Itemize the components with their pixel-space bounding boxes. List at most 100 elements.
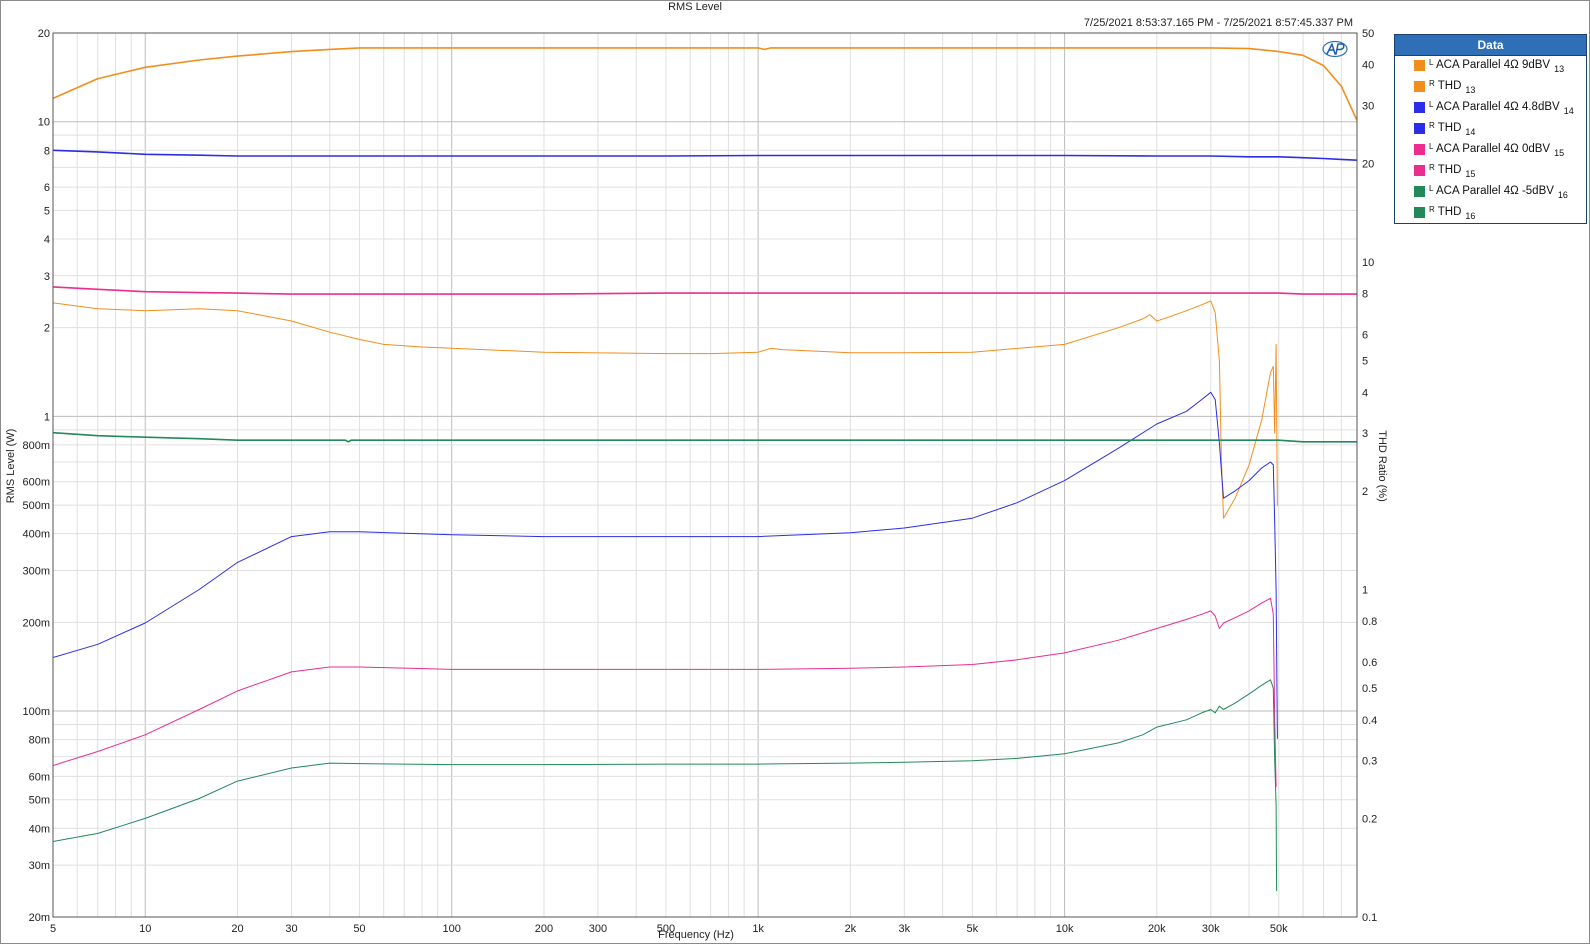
y-tick-label: 80m [29, 735, 50, 747]
y-tick-label: 4 [44, 234, 50, 246]
x-axis-label: Frequency (Hz) [658, 929, 734, 941]
series-line-13-r [53, 300, 1278, 519]
legend-swatch [1414, 186, 1425, 197]
y2-tick-label: 0.4 [1362, 715, 1377, 727]
y-tick-label: 60m [29, 771, 50, 783]
legend: Data L ACA Parallel 4Ω 9dBV 13 R THD 13 L AC… [1394, 34, 1587, 224]
grid-lines [52, 32, 1358, 918]
y-tick-label: 30m [29, 860, 50, 872]
legend-swatch [1414, 144, 1425, 155]
legend-entry[interactable]: R THD 14 [1395, 119, 1586, 140]
legend-swatch [1414, 60, 1425, 71]
y-tick-label: 6 [44, 182, 50, 194]
legend-swatch [1414, 81, 1425, 92]
legend-label: R THD 16 [1429, 205, 1476, 221]
x-tick-label: 30k [1202, 923, 1220, 935]
y-tick-label: 20 [38, 28, 50, 40]
y-tick-label: 1 [44, 411, 50, 423]
y-tick-label: 400m [22, 529, 50, 541]
y-tick-label: 20m [29, 912, 50, 924]
legend-entry[interactable]: L ACA Parallel 4Ω -5dBV 16 [1395, 182, 1586, 203]
y-tick-label: 40m [29, 823, 50, 835]
y2-tick-label: 3 [1362, 428, 1368, 440]
x-tick-label: 10k [1056, 923, 1074, 935]
x-tick-label: 2k [845, 923, 857, 935]
legend-entry[interactable]: R THD 16 [1395, 203, 1586, 224]
y-tick-label: 600m [22, 477, 50, 489]
legend-swatch [1414, 123, 1425, 134]
y2-tick-label: 30 [1362, 101, 1374, 113]
ap-logo-icon [1322, 40, 1348, 58]
series-lines [53, 47, 1357, 892]
x-tick-label: 50 [353, 923, 365, 935]
series-line-16-l [53, 431, 1357, 443]
legend-label: R THD 13 [1429, 79, 1476, 95]
legend-label: L ACA Parallel 4Ω -5dBV 16 [1429, 184, 1568, 200]
x-tick-label: 5k [967, 923, 979, 935]
y-tick-label: 50m [29, 795, 50, 807]
chart-title: RMS Level [668, 1, 722, 13]
legend-label: R THD 14 [1429, 121, 1476, 137]
chart-plot: 5 10 20 30 50 100 200 300 500 1k 2k 3k 5k 10k 20k 30k 50… [5, 1, 1388, 941]
x-tick-label: 50k [1270, 923, 1288, 935]
legend-entry[interactable]: L ACA Parallel 4Ω 9dBV 13 [1395, 56, 1586, 77]
plot-border [52, 32, 1358, 918]
legend-entry[interactable]: R THD 13 [1395, 77, 1586, 98]
y2-tick-label: 5 [1362, 356, 1368, 368]
series-line-15-r [53, 597, 1277, 787]
x-tick-label: 1k [752, 923, 764, 935]
x-tick-label: 5 [50, 923, 56, 935]
x-tick-label: 20k [1148, 923, 1166, 935]
series-line-14-r [53, 391, 1278, 739]
y2-tick-label: 0.8 [1362, 616, 1377, 628]
y2-tick-label: 4 [1362, 387, 1368, 399]
legend-swatch [1414, 102, 1425, 113]
y2-tick-label: 10 [1362, 257, 1374, 269]
x-tick-label: 20 [231, 923, 243, 935]
y-tick-label: 800m [22, 440, 50, 452]
legend-label: L ACA Parallel 4Ω 9dBV 13 [1429, 58, 1565, 74]
legend-entries: L ACA Parallel 4Ω 9dBV 13 R THD 13 L ACA Par… [1395, 56, 1586, 224]
legend-label: R THD 15 [1429, 163, 1476, 179]
legend-swatch [1414, 165, 1425, 176]
y-tick-label: 100m [22, 706, 50, 718]
y2-tick-label: 0.5 [1362, 683, 1377, 695]
y-tick-label: 500m [22, 500, 50, 512]
y-axis-label: RMS Level (W) [5, 429, 17, 504]
x-tick-label: 200 [535, 923, 553, 935]
y2-tick-label: 50 [1362, 28, 1374, 40]
legend-title: Data [1395, 35, 1586, 56]
legend-swatch [1414, 207, 1425, 218]
y2-tick-label: 6 [1362, 330, 1368, 342]
x-tick-label: 300 [589, 923, 607, 935]
chart-subtitle: 7/25/2021 8:53:37.165 PM - 7/25/2021 8:5… [1084, 17, 1353, 29]
y-tick-label: 3 [44, 271, 50, 283]
legend-label: L ACA Parallel 4Ω 0dBV 15 [1429, 142, 1565, 158]
y2-tick-label: 0.3 [1362, 756, 1377, 768]
x-tick-label: 30 [285, 923, 297, 935]
legend-entry[interactable]: L ACA Parallel 4Ω 0dBV 15 [1395, 140, 1586, 161]
x-tick-label: 3k [899, 923, 911, 935]
y-tick-label: 5 [44, 205, 50, 217]
y2-tick-label: 8 [1362, 289, 1368, 301]
y2-tick-label: 0.2 [1362, 813, 1377, 825]
legend-entry[interactable]: R THD 15 [1395, 161, 1586, 182]
y2-axis-label: THD Ratio (%) [1376, 430, 1388, 502]
series-line-13-l [53, 47, 1357, 121]
y2-tick-label: 0.1 [1362, 912, 1377, 924]
series-line-15-l [53, 286, 1357, 295]
y2-tick-label: 2 [1362, 486, 1368, 498]
y2-tick-label: 1 [1362, 584, 1368, 596]
y2-tick-label: 40 [1362, 60, 1374, 72]
y-tick-label: 10 [38, 117, 50, 129]
x-tick-label: 100 [443, 923, 461, 935]
y2-tick-label: 0.6 [1362, 657, 1377, 669]
legend-label: L ACA Parallel 4Ω 4.8dBV 14 [1429, 100, 1574, 116]
y-tick-label: 2 [44, 323, 50, 335]
legend-entry[interactable]: L ACA Parallel 4Ω 4.8dBV 14 [1395, 98, 1586, 119]
y-tick-label: 8 [44, 145, 50, 157]
y-tick-label: 300m [22, 565, 50, 577]
y-tick-label: 200m [22, 617, 50, 629]
x-tick-label: 10 [139, 923, 151, 935]
series-line-14-l [53, 149, 1357, 161]
